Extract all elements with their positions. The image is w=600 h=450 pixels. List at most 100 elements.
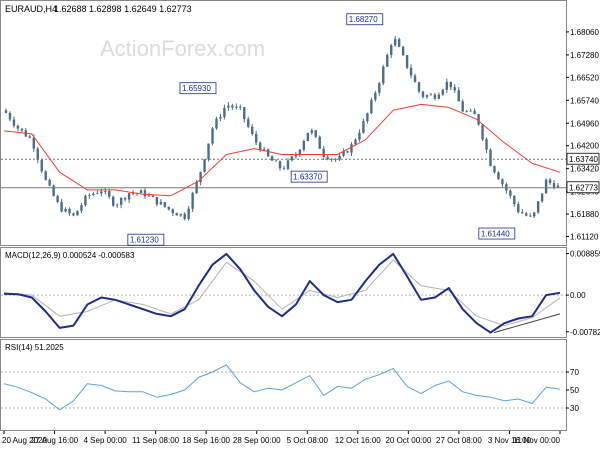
watermark: ActionForex.com xyxy=(100,36,265,61)
price-panel-title: EURAUD,H4 xyxy=(5,4,57,14)
candle-body xyxy=(104,191,107,192)
candle-body xyxy=(521,212,524,214)
candle-body xyxy=(123,198,127,200)
candle-body xyxy=(370,99,373,114)
candle-body xyxy=(28,136,32,138)
candle-body xyxy=(16,125,20,129)
candle-body xyxy=(540,193,544,202)
candle-body xyxy=(239,106,242,108)
candle-body xyxy=(314,130,317,137)
candle-body xyxy=(68,208,71,214)
candle-body xyxy=(354,139,357,145)
time-tick-label: 5 Oct 08:00 xyxy=(287,436,329,445)
candle-body xyxy=(179,213,182,216)
candle-body xyxy=(151,195,155,198)
candle-body xyxy=(247,119,250,127)
candle-body xyxy=(382,66,385,84)
candle-body xyxy=(445,81,449,90)
chart-canvas: ActionForex.com EURAUD,H4 1.62688 1.6289… xyxy=(0,0,600,445)
candle-body xyxy=(433,94,437,99)
candle-body xyxy=(4,110,8,113)
time-tick-label: 18 Sep 16:00 xyxy=(182,436,230,445)
candle-body xyxy=(139,190,143,194)
candle-body xyxy=(362,121,365,133)
candle-body xyxy=(421,91,425,97)
macd-tick-label: -0.007826 xyxy=(570,328,600,337)
candle-body xyxy=(548,179,552,184)
candle-body xyxy=(92,193,95,195)
candle-body xyxy=(163,202,167,207)
candle-body xyxy=(40,159,43,172)
candle-body xyxy=(175,213,178,216)
candle-body xyxy=(417,82,421,92)
price-annotation-label: 1.63370 xyxy=(293,173,322,182)
candle-body xyxy=(119,198,123,205)
candle-body xyxy=(235,106,238,108)
candle-body xyxy=(413,75,417,83)
candle-body xyxy=(544,179,548,194)
candle-body xyxy=(12,119,16,126)
candle-body xyxy=(219,116,222,119)
candle-body xyxy=(401,46,405,56)
candle-body xyxy=(409,67,413,76)
candle-body xyxy=(393,39,397,46)
candle-body xyxy=(183,213,186,219)
candle-body xyxy=(441,89,445,95)
candle-body xyxy=(282,168,286,170)
time-tick-label: 11 Sep 08:00 xyxy=(132,436,180,445)
candle-body xyxy=(270,156,274,161)
candle-body xyxy=(509,190,512,196)
time-tick-label: 28 Sep 00:00 xyxy=(233,436,281,445)
candle-body xyxy=(346,151,349,153)
candle-body xyxy=(266,149,270,157)
candle-body xyxy=(473,110,476,115)
moving-average-line xyxy=(3,103,561,197)
candle-body xyxy=(96,193,99,195)
candle-body xyxy=(477,114,480,125)
price-annotation-label: 1.61230 xyxy=(130,236,159,245)
candle-body xyxy=(167,206,171,210)
candle-body xyxy=(449,81,452,88)
candle-body xyxy=(215,118,218,129)
candle-body xyxy=(258,142,262,151)
macd-line xyxy=(3,252,561,334)
candle-body xyxy=(481,124,484,140)
candle-body xyxy=(465,111,468,112)
candle-body xyxy=(115,204,119,206)
candle-body xyxy=(429,94,433,96)
candle-body xyxy=(60,202,63,212)
candle-body xyxy=(529,215,532,217)
candle-body xyxy=(56,195,59,203)
candle-body xyxy=(112,196,115,206)
candle-body xyxy=(278,161,282,169)
rsi-tick-label: 70 xyxy=(570,368,579,377)
candle-body xyxy=(378,83,381,93)
candle-body xyxy=(513,195,516,205)
candle-body xyxy=(171,209,174,214)
candle-body xyxy=(469,110,472,112)
candle-body xyxy=(44,171,47,180)
price-annotation-label: 1.68270 xyxy=(349,15,378,24)
time-tick-label: 12 Oct 16:00 xyxy=(335,436,381,445)
candle-body xyxy=(191,192,194,209)
candle-body xyxy=(525,213,528,216)
candle-body xyxy=(231,105,234,108)
candle-body xyxy=(374,92,377,100)
price-annotation-label: 1.65930 xyxy=(182,84,211,93)
macd-plot: 0.008859 0.00 -0.007826 xyxy=(1,250,600,337)
candle-body xyxy=(223,107,226,117)
candle-body xyxy=(306,132,310,141)
time-axis: 20 Aug 202027 Aug 16:00 4 Sep 00:00 11 Sep… xyxy=(2,431,561,445)
candle-body xyxy=(80,205,83,211)
candle-body xyxy=(251,126,254,134)
candle-body xyxy=(453,87,456,91)
candle-body xyxy=(203,159,206,172)
price-plot: 1.68060 1.67280 1.66520 1.65740 1.64960 1.642… xyxy=(1,13,599,246)
candle-body xyxy=(318,136,321,149)
candle-body xyxy=(366,113,369,122)
level-tag-label: 1.62773 xyxy=(569,184,598,193)
macd-panel-title: MACD(12,26,9) 0.000524 -0.000583 xyxy=(5,251,135,260)
level-tag-label: 1.63740 xyxy=(569,155,598,164)
candle-body xyxy=(147,195,151,197)
candle-body xyxy=(227,105,230,108)
